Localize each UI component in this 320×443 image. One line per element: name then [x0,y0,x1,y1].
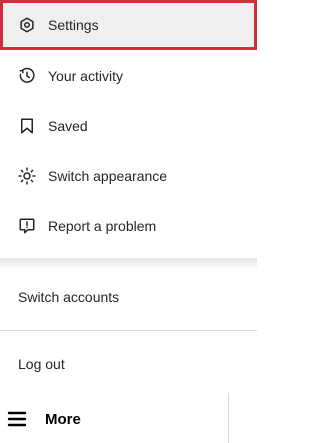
menu-item-switch-appearance[interactable]: Switch appearance [0,151,257,201]
menu-item-report-a-problem[interactable]: Report a problem [0,201,257,251]
report-icon [18,217,36,235]
log-out-button[interactable]: Log out [0,334,257,394]
log-out-label: Log out [18,356,65,372]
panel-separator [0,258,257,267]
more-button[interactable]: More [6,407,81,431]
page: Settings Your activity Saved Switch appe… [0,0,257,443]
account-menu-panel: Switch accounts Log out [0,267,257,393]
menu-item-label: Switch appearance [48,168,168,184]
switch-accounts-label: Switch accounts [18,289,120,305]
bookmark-icon [18,117,36,135]
divider [0,330,257,331]
settings-icon [18,16,36,34]
hamburger-icon [6,408,28,430]
sun-icon [18,167,36,185]
menu-item-label: Saved [48,118,88,134]
more-label: More [45,410,81,428]
more-menu-panel: Settings Your activity Saved Switch appe… [0,0,257,262]
menu-item-saved[interactable]: Saved [0,101,257,151]
switch-accounts-button[interactable]: Switch accounts [0,267,257,327]
activity-icon [18,67,36,85]
vertical-divider [228,393,229,443]
menu-item-your-activity[interactable]: Your activity [0,51,257,101]
menu-item-label: Settings [48,17,99,33]
bottom-nav: More [0,393,257,443]
menu-item-settings[interactable]: Settings [0,0,257,50]
menu-item-label: Your activity [48,68,123,84]
menu-item-label: Report a problem [48,218,157,234]
